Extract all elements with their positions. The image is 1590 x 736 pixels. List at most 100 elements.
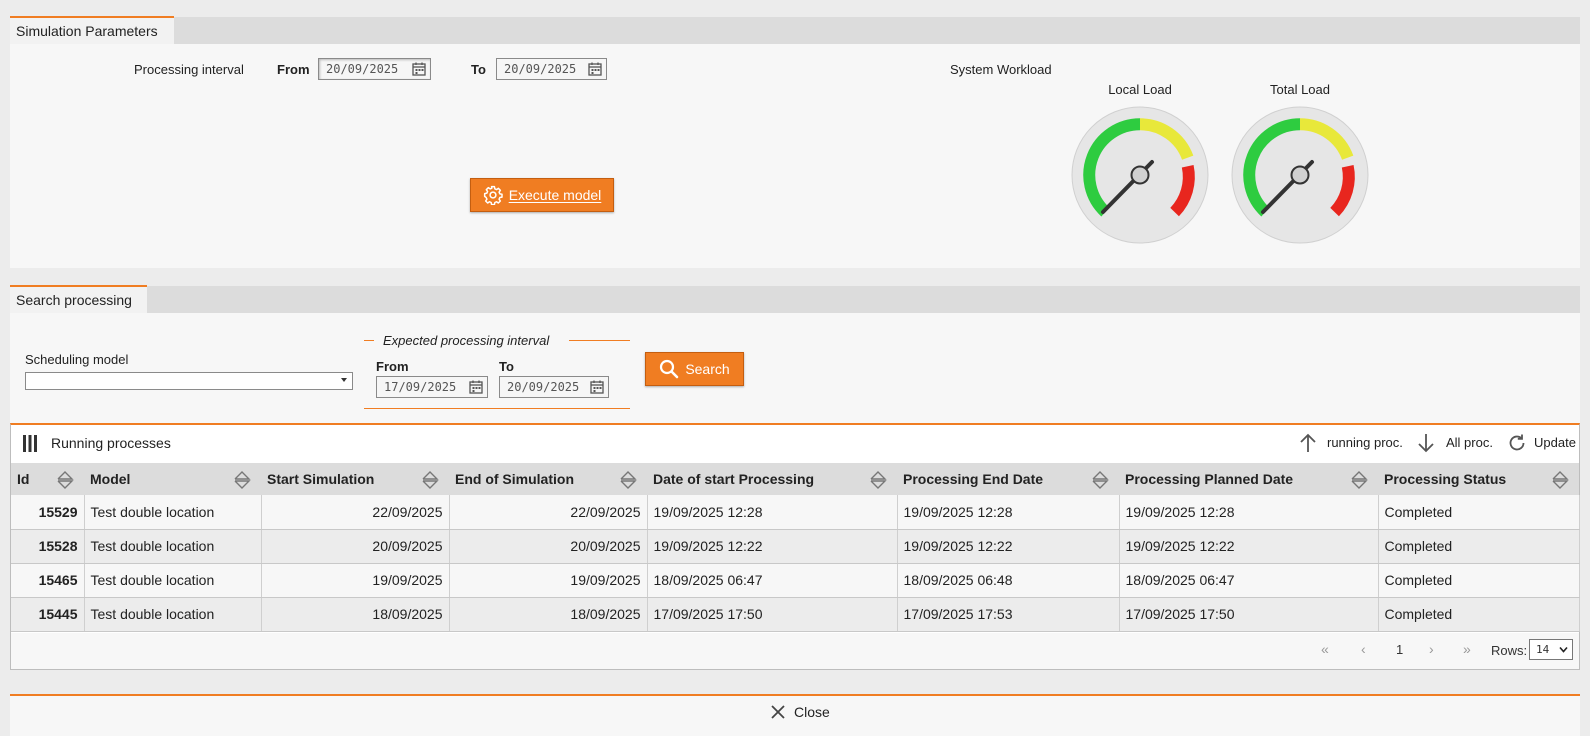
close-button[interactable]: Close (770, 704, 830, 720)
cell-start-simulation: 18/09/2025 (261, 597, 450, 632)
cell-processing-planned: 17/09/2025 17:50 (1119, 597, 1379, 632)
arrow-up-icon[interactable] (1299, 433, 1317, 453)
arrow-down-icon[interactable] (1417, 433, 1435, 453)
local-load-gauge (1071, 106, 1209, 244)
search-from-label: From (376, 359, 409, 374)
search-panel (10, 313, 1580, 423)
dropdown-arrow-icon[interactable] (341, 378, 347, 382)
sort-icon[interactable] (56, 470, 74, 490)
cell-status: Completed (1378, 597, 1580, 632)
tab-search-label: Search processing (16, 292, 132, 308)
grid-title: Running processes (51, 435, 171, 451)
cell-start-processing: 18/09/2025 06:47 (647, 563, 898, 598)
column-header-processing-end[interactable]: Processing End Date (897, 463, 1119, 495)
legend-line-bottom (364, 408, 630, 409)
search-from-date-value: 17/09/2025 (384, 380, 457, 394)
sort-icon[interactable] (1091, 470, 1109, 490)
calendar-icon[interactable] (469, 380, 483, 394)
table-row[interactable]: 15529 Test double location 22/09/2025 22… (11, 495, 1580, 530)
search-from-date-field[interactable]: 17/09/2025 (376, 376, 488, 398)
first-page-icon[interactable]: « (1321, 641, 1329, 657)
sort-icon[interactable] (1350, 470, 1368, 490)
cell-start-processing: 19/09/2025 12:22 (647, 529, 898, 564)
column-header-label: Model (90, 471, 131, 487)
tab-simulation-label: Simulation Parameters (16, 23, 158, 39)
total-load-gauge (1231, 106, 1369, 244)
search-button[interactable]: Search (645, 352, 744, 386)
cell-start-processing: 17/09/2025 17:50 (647, 597, 898, 632)
from-date-value: 20/09/2025 (326, 62, 399, 76)
cell-start-simulation: 19/09/2025 (261, 563, 450, 598)
to-label: To (471, 62, 486, 77)
gear-icon (483, 185, 503, 205)
close-label: Close (794, 704, 830, 720)
sort-icon[interactable] (233, 470, 251, 490)
search-button-label: Search (685, 361, 730, 377)
to-date-field[interactable]: 20/09/2025 (496, 58, 607, 80)
search-icon (660, 359, 679, 379)
sort-icon[interactable] (869, 470, 887, 490)
processes-table: Id Model Start Simulation End of Simulat… (11, 463, 1580, 632)
column-header-id[interactable]: Id (11, 463, 84, 495)
cell-id: 15528 (11, 529, 85, 564)
sort-icon[interactable] (421, 470, 439, 490)
running-processes-grid: Running processes running proc. All proc… (10, 423, 1580, 670)
cell-id: 15445 (11, 597, 85, 632)
next-page-icon[interactable]: › (1429, 641, 1434, 657)
rows-select[interactable]: 14 (1529, 639, 1573, 660)
legend-line-right (569, 340, 630, 341)
rows-label: Rows: (1491, 643, 1528, 658)
all-proc-button[interactable]: All proc. (1446, 435, 1493, 450)
column-header-label: Processing Status (1384, 471, 1507, 487)
execute-model-button[interactable]: Execute model (470, 178, 614, 212)
pager: « ‹ 1 › » Rows: 14 (11, 633, 1579, 669)
cell-status: Completed (1378, 563, 1580, 598)
columns-icon[interactable] (23, 435, 37, 452)
cell-processing-end: 18/09/2025 06:48 (897, 563, 1120, 598)
calendar-icon[interactable] (588, 62, 602, 76)
column-header-label: Id (17, 471, 30, 487)
tab-search-processing[interactable]: Search processing (10, 285, 147, 313)
cell-end-simulation: 22/09/2025 (449, 495, 648, 530)
cell-processing-planned: 18/09/2025 06:47 (1119, 563, 1379, 598)
interval-legend: Expected processing interval (383, 333, 550, 348)
cell-end-simulation: 18/09/2025 (449, 597, 648, 632)
processing-interval-label: Processing interval (134, 62, 244, 77)
calendar-icon[interactable] (590, 380, 604, 394)
cell-model: Test double location (84, 529, 262, 564)
cell-id: 15465 (11, 563, 85, 598)
sort-icon[interactable] (1551, 470, 1569, 490)
tab-simulation-parameters[interactable]: Simulation Parameters (10, 16, 174, 44)
column-header-start-simulation[interactable]: Start Simulation (261, 463, 449, 495)
legend-line-left (364, 340, 374, 341)
calendar-icon[interactable] (412, 62, 426, 76)
sort-icon[interactable] (619, 470, 637, 490)
chevron-down-icon (1559, 646, 1568, 653)
column-header-processing-planned[interactable]: Processing Planned Date (1119, 463, 1378, 495)
cell-model: Test double location (84, 563, 262, 598)
cell-processing-planned: 19/09/2025 12:22 (1119, 529, 1379, 564)
execute-model-label: Execute model (508, 187, 602, 203)
search-to-date-field[interactable]: 20/09/2025 (499, 376, 609, 398)
column-header-processing-status[interactable]: Processing Status (1378, 463, 1579, 495)
refresh-icon[interactable] (1507, 433, 1527, 453)
column-header-start-processing[interactable]: Date of start Processing (647, 463, 897, 495)
page-number[interactable]: 1 (1396, 642, 1403, 657)
table-row[interactable]: 15465 Test double location 19/09/2025 19… (11, 563, 1580, 598)
from-date-field[interactable]: 20/09/2025 (318, 58, 431, 80)
cell-start-simulation: 20/09/2025 (261, 529, 450, 564)
scheduling-model-select[interactable] (25, 372, 353, 390)
cell-id: 15529 (11, 495, 85, 530)
system-workload-label: System Workload (950, 62, 1052, 77)
column-header-end-simulation[interactable]: End of Simulation (449, 463, 647, 495)
update-button[interactable]: Update (1534, 435, 1576, 450)
column-header-label: Processing End Date (903, 471, 1044, 487)
prev-page-icon[interactable]: ‹ (1361, 641, 1366, 657)
table-row[interactable]: 15528 Test double location 20/09/2025 20… (11, 529, 1580, 564)
last-page-icon[interactable]: » (1463, 641, 1471, 657)
rows-select-value: 14 (1536, 643, 1550, 656)
running-proc-button[interactable]: running proc. (1327, 435, 1403, 450)
column-header-model[interactable]: Model (84, 463, 261, 495)
table-row[interactable]: 15445 Test double location 18/09/2025 18… (11, 597, 1580, 632)
cell-status: Completed (1378, 495, 1580, 530)
